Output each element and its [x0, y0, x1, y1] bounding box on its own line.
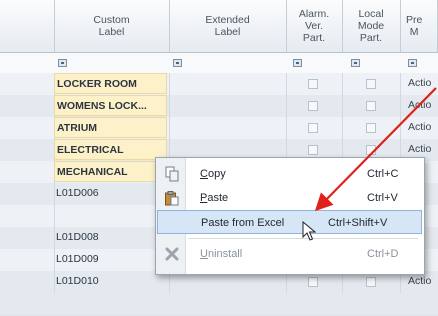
annotation-arrow: [314, 87, 437, 212]
